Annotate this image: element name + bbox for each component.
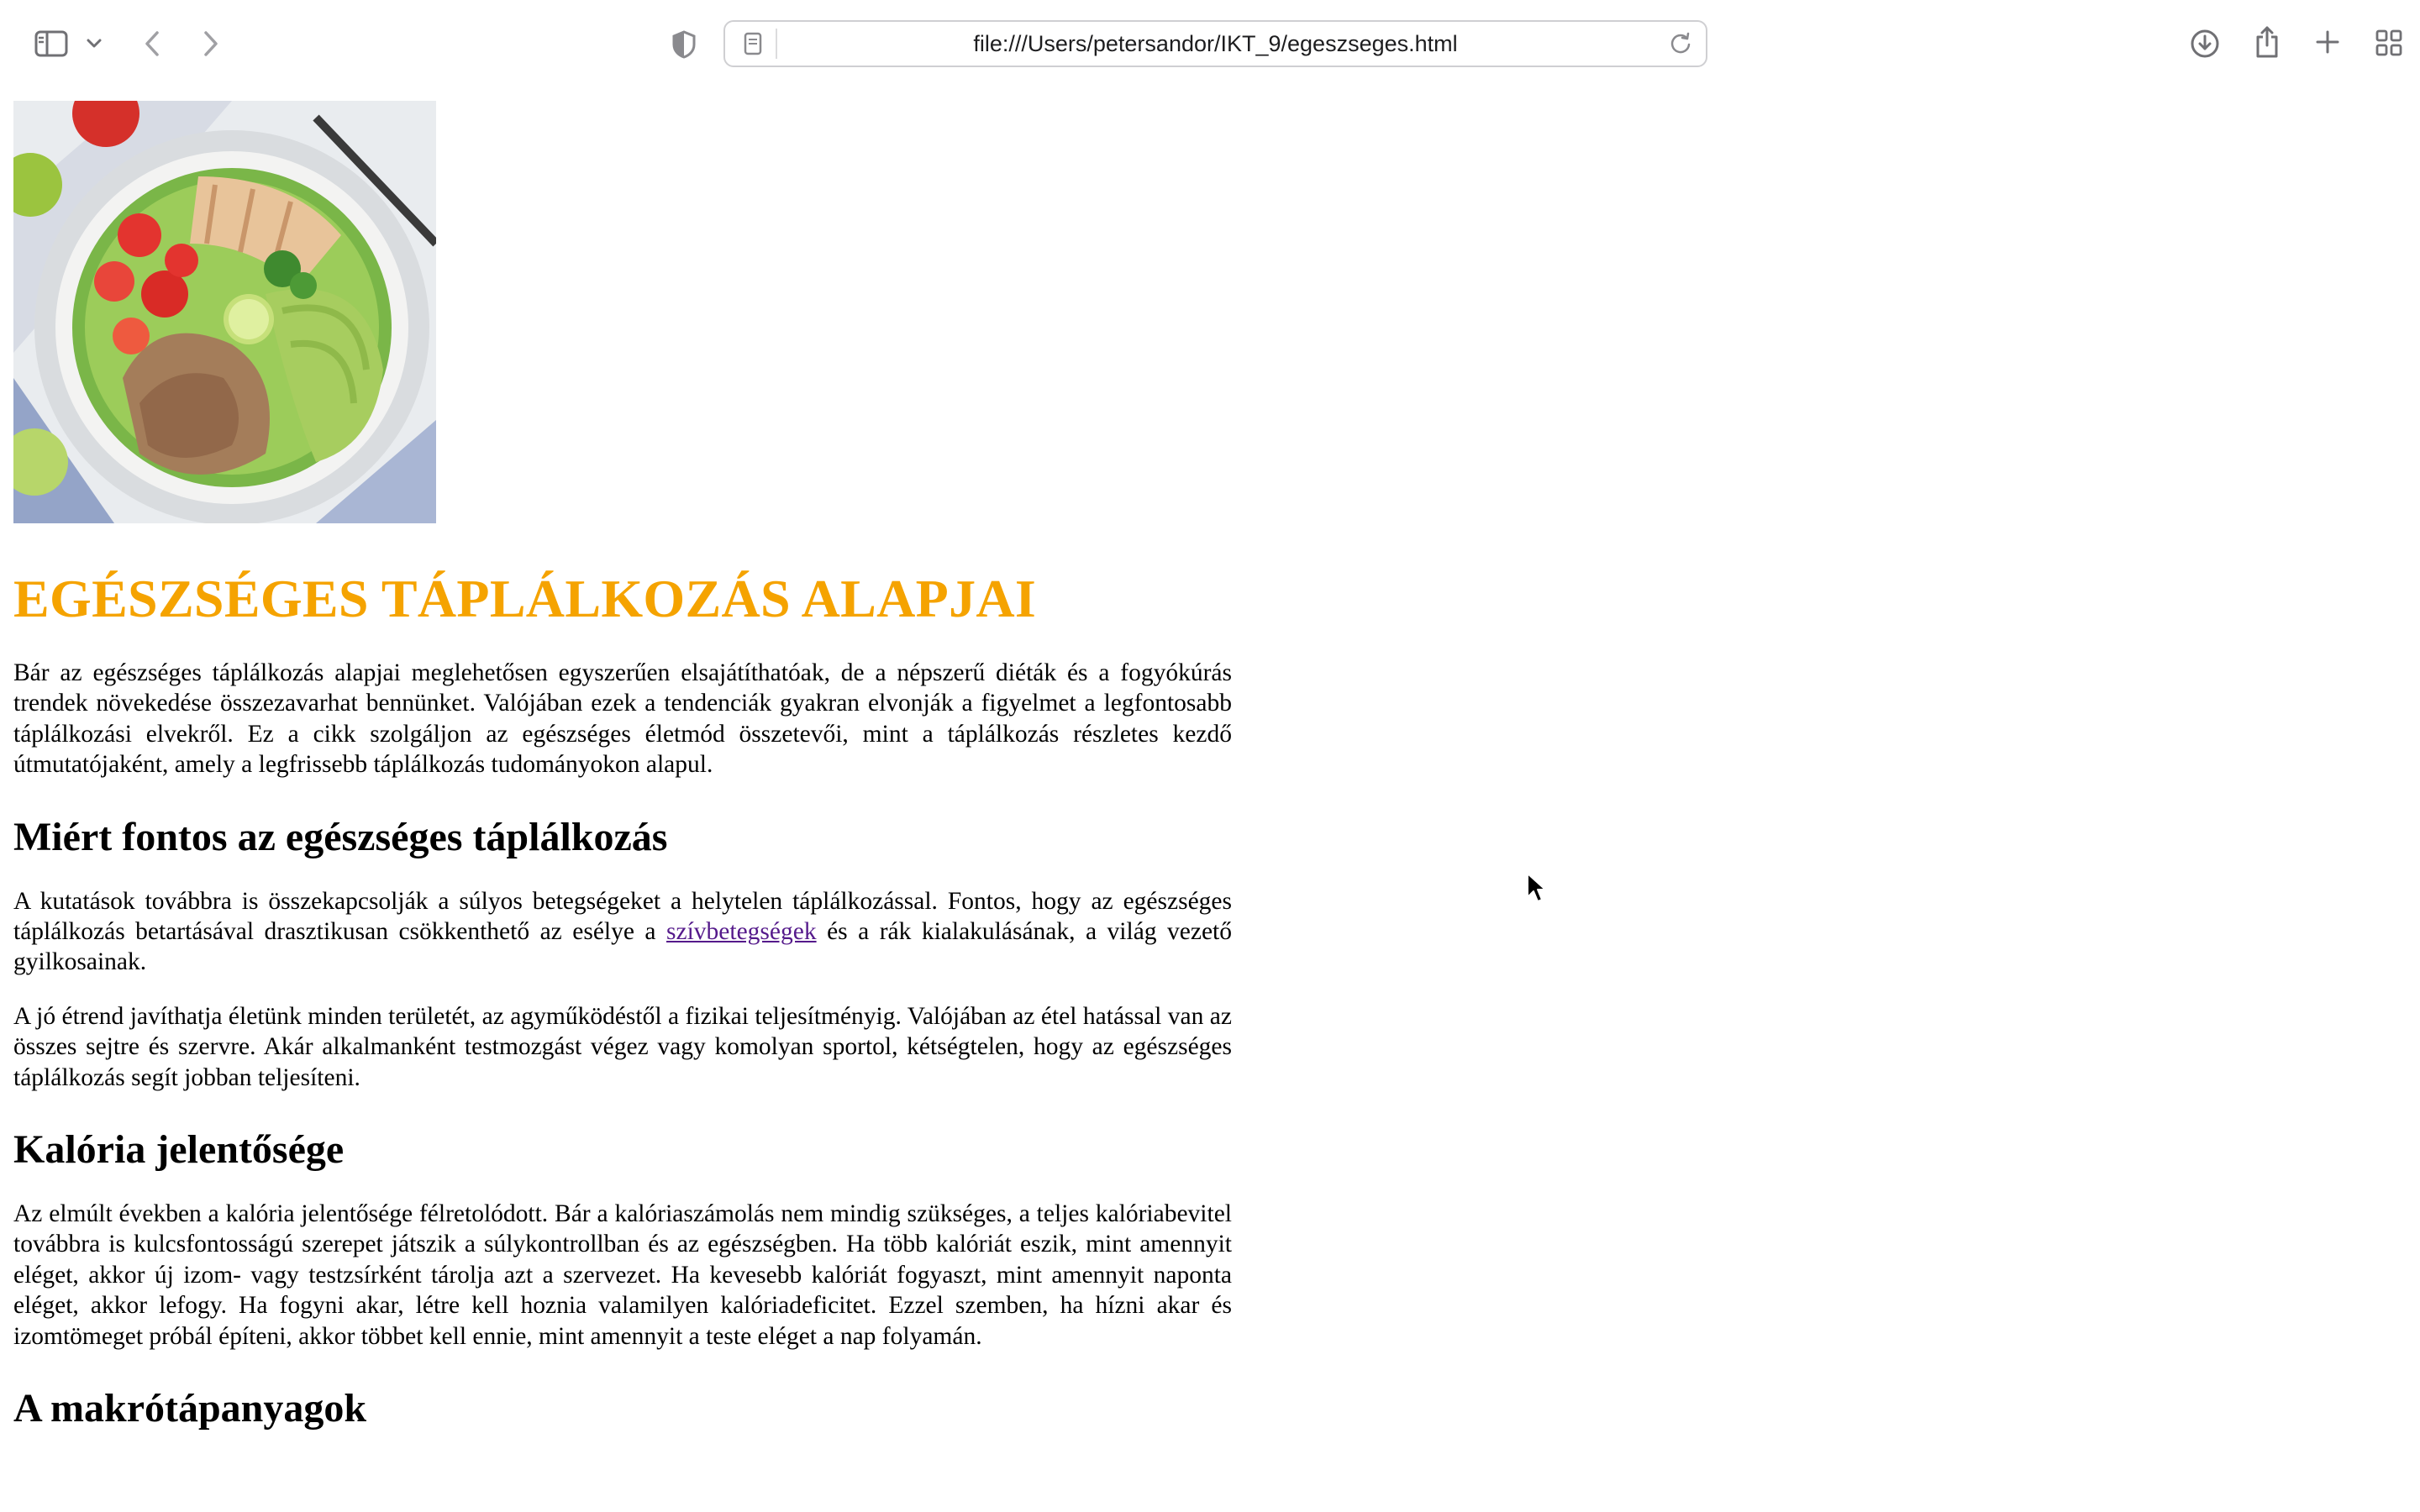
back-icon[interactable]	[139, 27, 165, 60]
page-title: EGÉSZSÉGES TÁPLÁLKOZÁS ALAPJAI	[13, 569, 1037, 628]
mouse-cursor-icon	[1526, 872, 1548, 908]
paragraph-research: A kutatások továbbra is összekapcsolják …	[13, 886, 1232, 978]
salad-bowl-image	[13, 101, 436, 523]
share-icon[interactable]	[2252, 24, 2282, 60]
chevron-down-icon[interactable]	[84, 34, 104, 54]
download-icon[interactable]	[2188, 27, 2222, 60]
section-heading-macros: A makrótápanyagok	[13, 1386, 367, 1431]
browser-toolbar: file:///Users/petersandor/IKT_9/egeszseg…	[0, 0, 2420, 87]
sidebar-icon[interactable]	[32, 29, 71, 59]
section-heading-calories: Kalória jelentősége	[13, 1127, 345, 1173]
intro-paragraph: Bár az egészséges táplálkozás alapjai me…	[13, 659, 1232, 779]
paragraph-calories: Az elmúlt években a kalória jelentősége …	[13, 1200, 1232, 1350]
address-bar[interactable]: file:///Users/petersandor/IKT_9/egeszseg…	[723, 20, 1707, 67]
forward-icon[interactable]	[198, 27, 224, 60]
article: EGÉSZSÉGES TÁPLÁLKOZÁS ALAPJAI Bár az eg…	[13, 101, 1232, 1434]
paragraph-good-diet: A jó étrend javíthatja életünk minden te…	[13, 1002, 1232, 1091]
reload-icon[interactable]	[1669, 32, 1692, 60]
new-tab-icon[interactable]	[2312, 27, 2343, 57]
heart-disease-link[interactable]: szívbetegségek	[666, 918, 817, 945]
url-text[interactable]: file:///Users/petersandor/IKT_9/egeszseg…	[725, 22, 1706, 66]
section-heading-why: Miért fontos az egészséges táplálkozás	[13, 814, 668, 859]
privacy-shield-icon[interactable]	[669, 29, 699, 60]
tab-overview-icon[interactable]	[2373, 27, 2405, 59]
